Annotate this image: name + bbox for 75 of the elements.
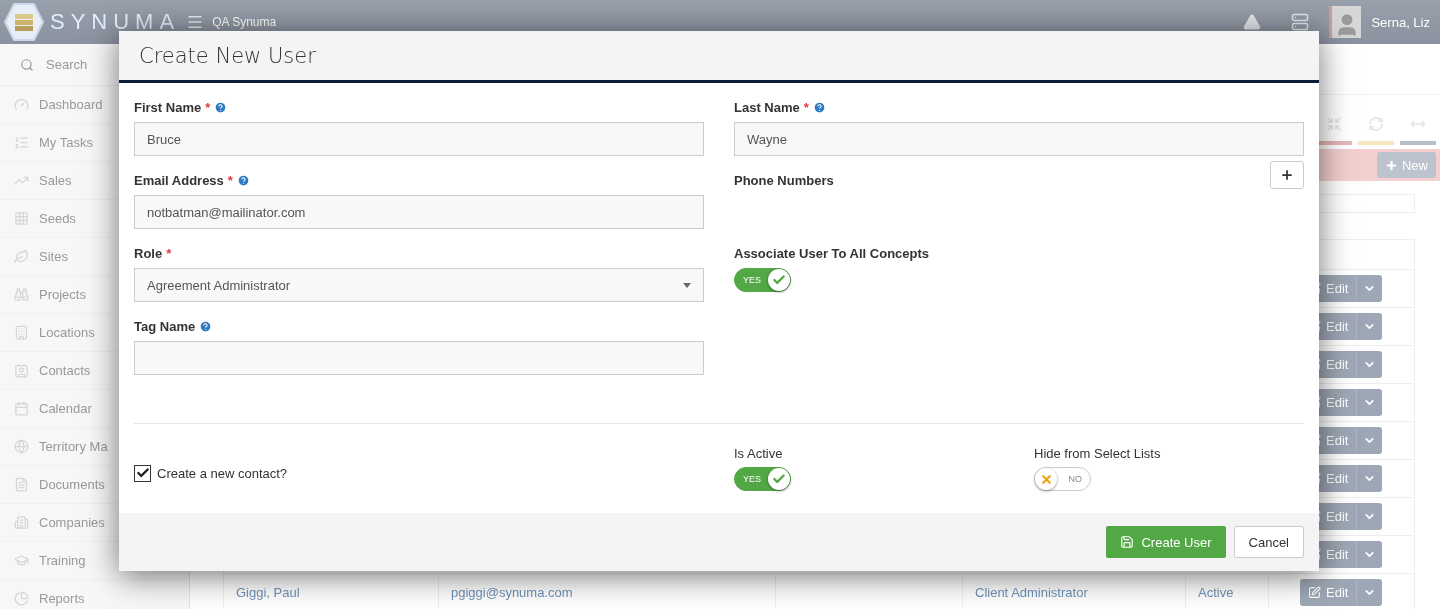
field-label: Phone Numbers [734,172,834,188]
logo-text: SYNUMA [50,9,181,35]
required-asterisk: * [166,245,172,261]
close-icon [1039,472,1053,486]
edit-button[interactable]: Edit [1300,579,1357,606]
logo-icon [4,2,44,42]
help-icon[interactable] [812,100,826,114]
edit-icon [1308,586,1321,599]
field-label: Associate User To All Concepts [734,245,930,261]
help-icon[interactable] [214,100,228,114]
plus-icon [1280,168,1294,182]
globe-icon [14,439,29,454]
check-icon [772,472,786,486]
check-icon [772,273,786,287]
dialog-title: Create New User [139,43,316,68]
text-field[interactable] [134,341,704,375]
cancel-button[interactable]: Cancel [1233,526,1304,558]
text-field[interactable]: Wayne [734,122,1304,156]
save-icon [1120,535,1135,549]
building-icon [14,325,29,340]
dropdown-button[interactable] [1356,275,1383,302]
dropdown-button[interactable] [1356,389,1383,416]
contact-card-icon [14,363,29,378]
menu-icon[interactable] [186,13,205,31]
role-select[interactable]: Agreement Administrator [134,268,704,302]
document-icon [14,477,29,492]
add-phone-button[interactable] [1270,161,1304,189]
sidebar-item[interactable]: Reports [0,580,189,609]
user-avatar[interactable] [1329,6,1362,38]
calendar-icon [14,401,29,416]
office-building-icon [14,515,29,530]
table-cell: Giggi, Paul [224,574,439,609]
field-label: Hide from Select Lists [1034,446,1162,461]
dropdown-button[interactable] [1356,313,1383,340]
required-asterisk: * [803,99,809,115]
binoculars-icon [14,287,29,302]
leaf-icon [14,249,29,264]
gauge-icon [14,97,29,112]
field-label: Role [134,245,163,261]
toggle-switch[interactable]: YES [734,268,791,292]
field-label: Last Name [734,99,800,115]
server-icon[interactable] [1291,13,1310,31]
organization-name: QA Synuma [212,15,277,29]
pie-chart-icon [14,591,29,606]
refresh-icon[interactable] [1368,116,1384,132]
search-icon [20,57,34,72]
required-asterisk: * [205,99,211,115]
help-icon[interactable] [199,319,213,333]
field-label: Is Active [734,446,784,461]
table-cell: Active [1186,574,1269,609]
dropdown-button[interactable] [1356,351,1383,378]
caret-icon [683,282,691,288]
list-icon [14,135,29,150]
text-field[interactable]: Bruce [134,122,704,156]
warning-icon[interactable] [1243,13,1262,31]
text-field[interactable]: notbatman@mailinator.com [134,195,704,229]
dropdown-button[interactable] [1356,579,1383,606]
dropdown-button[interactable] [1356,503,1383,530]
user-name[interactable]: Serna, Liz [1371,14,1430,30]
dropdown-button[interactable] [1356,541,1383,568]
dropdown-button[interactable] [1356,465,1383,492]
grid-icon [14,211,29,226]
checkbox[interactable] [134,464,151,482]
new-button[interactable]: New [1377,152,1436,178]
create-user-button[interactable]: Create User [1106,526,1226,558]
help-icon[interactable] [236,173,250,187]
compress-icon[interactable] [1326,116,1342,132]
table-cell: pgiggi@synuma.com [439,574,776,609]
required-asterisk: * [227,172,233,188]
dropdown-button[interactable] [1356,427,1383,454]
table-cell: Client Administrator [963,574,1186,609]
plus-icon [1385,158,1398,172]
graduation-cap-icon [14,553,29,568]
toggle-switch[interactable]: NO [1034,467,1091,491]
toggle-switch[interactable]: YES [734,467,791,491]
